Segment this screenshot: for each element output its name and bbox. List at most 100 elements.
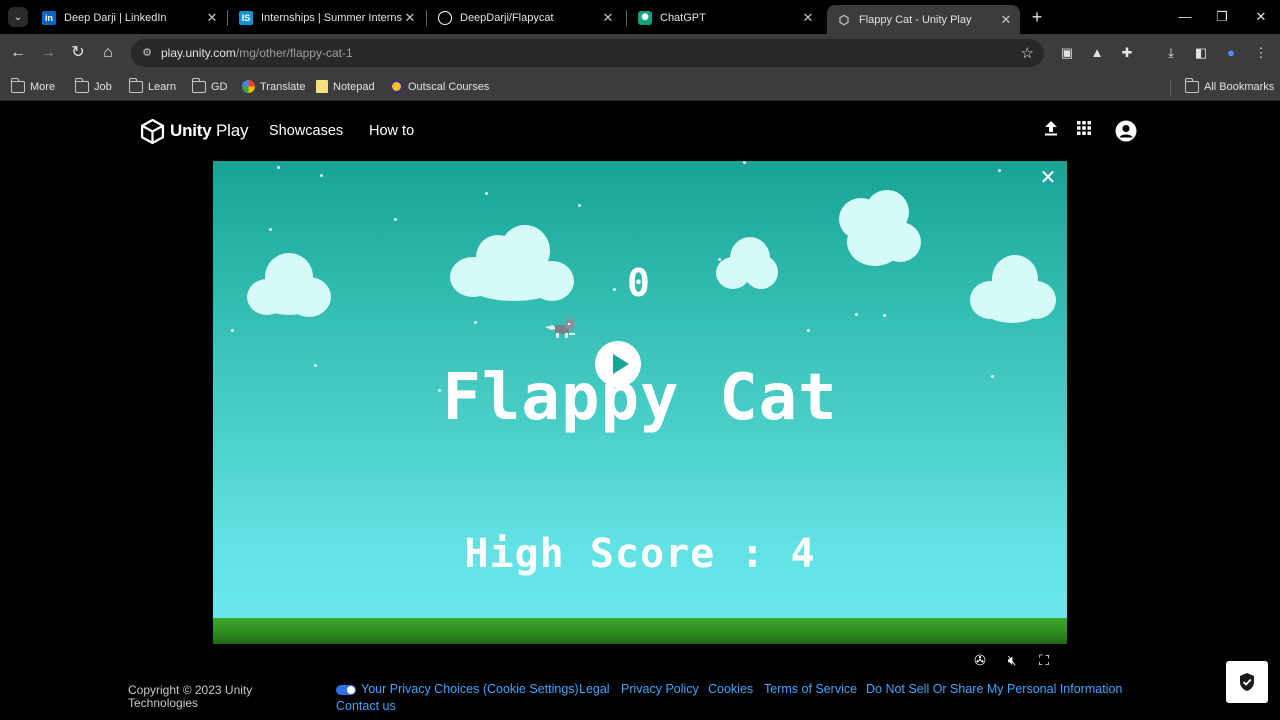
bookmark-star-icon[interactable]: ☆	[1021, 44, 1034, 62]
new-tab-button[interactable]: +	[1028, 8, 1046, 26]
cloud	[247, 251, 331, 317]
url-domain: play.unity.com	[161, 46, 236, 60]
privacy-choices-link[interactable]: Your Privacy Choices (Cookie Settings)	[336, 682, 579, 696]
close-icon[interactable]: ✕	[204, 10, 220, 26]
menu-kebab-icon[interactable]: ⋮	[1252, 44, 1270, 62]
tab-linkedin[interactable]: in Deep Darji | LinkedIn ✕	[32, 5, 226, 30]
account-icon[interactable]	[1115, 120, 1137, 142]
extension-hat-icon[interactable]: ▲	[1088, 44, 1106, 62]
shield-badge[interactable]	[1226, 661, 1268, 703]
bookmark-label: Learn	[148, 80, 177, 93]
tab-chatgpt[interactable]: ✺ ChatGPT ✕	[628, 5, 822, 30]
bookmark-outscal[interactable]: Outscal Courses	[390, 78, 489, 95]
tab-unity-play[interactable]: ⬡ Flappy Cat - Unity Play ✕	[827, 5, 1020, 34]
upload-icon[interactable]	[1040, 120, 1062, 142]
tab-divider	[626, 10, 627, 26]
privacy-policy-link[interactable]: Privacy Policy	[621, 682, 699, 696]
game-title: Flappy Cat	[442, 361, 838, 435]
cloud	[839, 190, 923, 268]
download-icon[interactable]: ⤓	[1162, 44, 1180, 62]
sky-star	[883, 314, 886, 317]
close-icon[interactable]: ✕	[402, 10, 418, 26]
terms-link[interactable]: Terms of Service	[764, 682, 857, 696]
tab-divider	[227, 10, 228, 26]
sky-star	[485, 192, 488, 195]
close-icon: ✕	[1255, 9, 1267, 24]
forward-button[interactable]: →	[38, 43, 58, 63]
nav-how-to[interactable]: How to	[369, 123, 414, 139]
bookmark-folder-learn[interactable]: Learn	[129, 77, 177, 95]
copyright-text: Copyright © 2023 Unity Technologies	[128, 683, 253, 710]
bookmark-label: More	[30, 80, 56, 93]
apps-grid-icon[interactable]	[1073, 120, 1095, 142]
home-button[interactable]: ⌂	[98, 43, 118, 63]
bookmark-folder-gd[interactable]: GD	[192, 77, 228, 95]
restore-icon: ❐	[1216, 9, 1228, 24]
bookmark-label: Outscal Courses	[408, 80, 490, 93]
bookmarks-separator	[1170, 79, 1171, 95]
url-path: /mg/other/flappy-cat-1	[235, 46, 353, 60]
fullscreen-icon[interactable]: ⛶	[1035, 651, 1053, 669]
sky-star	[613, 288, 616, 291]
internshala-icon: IS	[239, 10, 253, 25]
close-icon[interactable]: ✕	[800, 10, 816, 26]
github-icon	[438, 10, 452, 25]
all-bookmarks-folder[interactable]: All Bookmarks	[1185, 77, 1274, 95]
extensions-puzzle-icon[interactable]: ✚	[1118, 44, 1136, 62]
bookmark-notepad[interactable]: Notepad	[316, 78, 375, 95]
folder-icon	[129, 77, 143, 93]
legal-link[interactable]: Legal	[579, 682, 610, 696]
reload-icon: ↻	[71, 44, 85, 61]
minimize-button[interactable]: —	[1176, 8, 1194, 26]
close-icon[interactable]: ✕	[600, 10, 616, 26]
link-label: Your Privacy Choices (Cookie Settings)	[361, 682, 579, 696]
bookmark-folder-more[interactable]: More	[11, 77, 56, 95]
current-score: 0	[627, 261, 652, 305]
back-button[interactable]: ←	[8, 43, 28, 63]
tab-title: Internships | Summer Internship	[261, 11, 402, 24]
bookmark-label: Notepad	[333, 80, 375, 93]
cookies-link[interactable]: Cookies	[708, 682, 753, 696]
do-not-sell-link[interactable]: Do Not Sell Or Share My Personal Informa…	[866, 682, 1122, 696]
unity-play-logo[interactable]: Unity Play	[140, 117, 249, 145]
url-text[interactable]: play.unity.com/mg/other/flappy-cat-1	[161, 46, 353, 60]
google-icon	[242, 80, 255, 93]
reload-button[interactable]: ↻	[68, 43, 88, 63]
bookmarks-bar: More Job Learn GD Translate Notepad Outs…	[0, 72, 1280, 101]
cloud	[450, 225, 576, 303]
sky-star	[269, 228, 272, 231]
minimize-icon: —	[1178, 9, 1192, 24]
tab-github[interactable]: DeepDarji/Flapycat ✕	[428, 5, 622, 30]
logo-text: Unity Play	[170, 121, 249, 141]
profile-avatar-icon[interactable]: ●	[1222, 44, 1240, 62]
unity-play-page: Unity Play Showcases How to ✕ 0 Flappy C…	[0, 101, 1280, 720]
tab-divider	[426, 10, 427, 26]
sky-star	[855, 313, 858, 316]
tab-search-button[interactable]: ⌄	[8, 7, 28, 27]
extension-screen-icon[interactable]: ▣	[1058, 44, 1076, 62]
site-header: Unity Play Showcases How to	[0, 101, 1280, 161]
chatgpt-icon: ✺	[638, 10, 652, 25]
close-game-icon[interactable]: ✕	[1039, 168, 1057, 188]
sky-star	[231, 329, 234, 332]
nav-showcases[interactable]: Showcases	[269, 123, 343, 139]
site-info-icon[interactable]: ⚙	[139, 45, 155, 61]
arrow-left-icon: ←	[10, 44, 26, 61]
address-bar[interactable]: ⚙ play.unity.com/mg/other/flappy-cat-1 ☆	[131, 39, 1044, 67]
tab-internshala[interactable]: IS Internships | Summer Internship ✕	[229, 5, 424, 30]
mute-icon[interactable]: 🔇︎	[1003, 651, 1021, 669]
close-window-button[interactable]: ✕	[1252, 8, 1270, 26]
tab-title: Flappy Cat - Unity Play	[859, 13, 972, 26]
bookmark-translate[interactable]: Translate	[242, 78, 305, 95]
contact-link[interactable]: Contact us	[336, 699, 396, 713]
restore-button[interactable]: ❐	[1213, 8, 1231, 26]
sky-star	[320, 174, 323, 177]
notepad-icon	[316, 80, 328, 93]
side-panel-icon[interactable]: ◧	[1192, 44, 1210, 62]
close-icon[interactable]: ✕	[998, 12, 1014, 28]
bookmark-label: Translate	[260, 80, 306, 93]
bookmark-folder-job[interactable]: Job	[75, 77, 112, 95]
screenshot-aperture-icon[interactable]: ✇	[971, 651, 989, 669]
game-canvas[interactable]: ✕ 0 Flappy Cat High Score : 4	[213, 161, 1067, 644]
chevron-down-icon: ⌄	[13, 11, 23, 23]
